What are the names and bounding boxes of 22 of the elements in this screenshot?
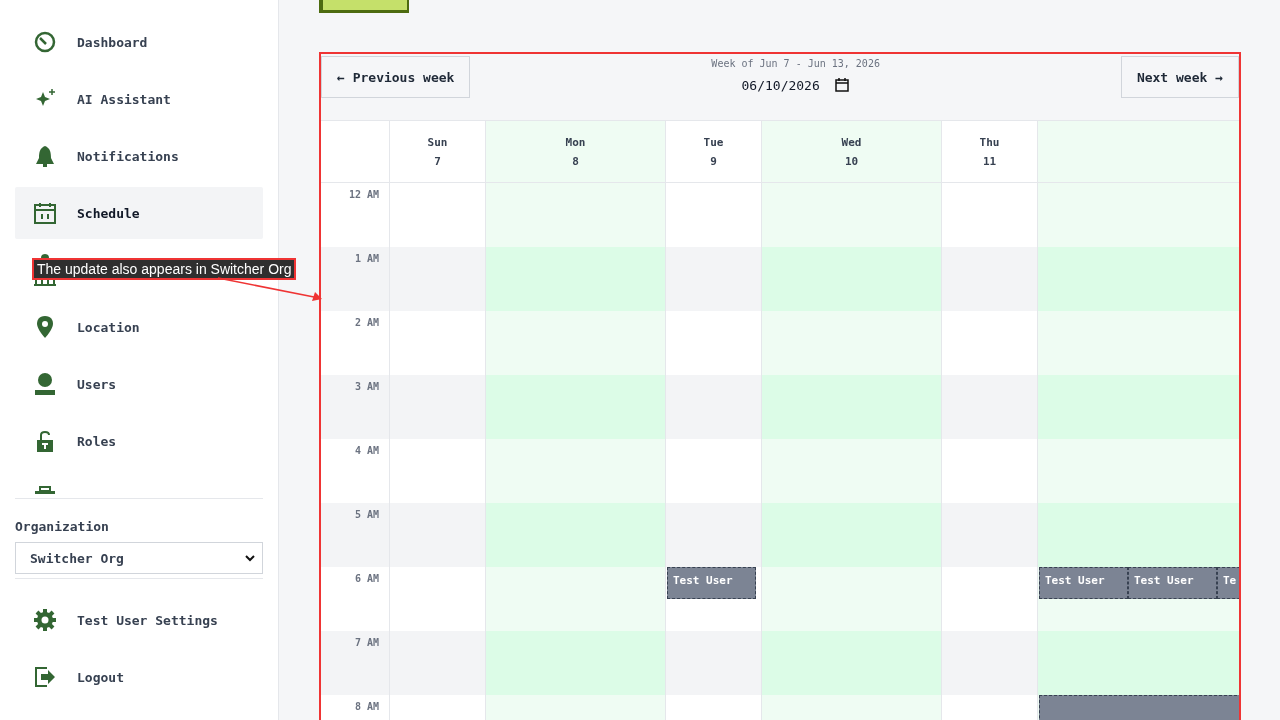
- day-name: Thu: [979, 135, 1000, 149]
- day-name: Wed: [841, 135, 862, 149]
- day-name: Sun: [427, 135, 448, 149]
- day-date: 11: [982, 154, 997, 168]
- day-name: Mon: [565, 135, 586, 149]
- update-tooltip: The update also appears in Switcher Org: [32, 258, 297, 280]
- time-label: 7 AM: [354, 637, 379, 648]
- day-name: Tue: [703, 135, 724, 149]
- time-label: 1 AM: [354, 253, 379, 264]
- organization-label: Organization: [15, 519, 110, 534]
- time-label: 6 AM: [354, 573, 379, 584]
- day-date: 9: [710, 154, 717, 168]
- day-date: 7: [434, 154, 441, 168]
- time-label: 8 AM: [354, 701, 379, 712]
- day-date: 10: [844, 154, 859, 168]
- time-label: 3 AM: [354, 381, 379, 392]
- time-label: 12 AM: [348, 189, 379, 200]
- time-label: 2 AM: [354, 317, 379, 328]
- day-date: 8: [572, 154, 579, 168]
- time-label: 4 AM: [354, 445, 379, 456]
- time-label: 5 AM: [354, 509, 379, 520]
- week-label: Week of Jun 7 - Jun 13, 2026: [711, 58, 880, 69]
